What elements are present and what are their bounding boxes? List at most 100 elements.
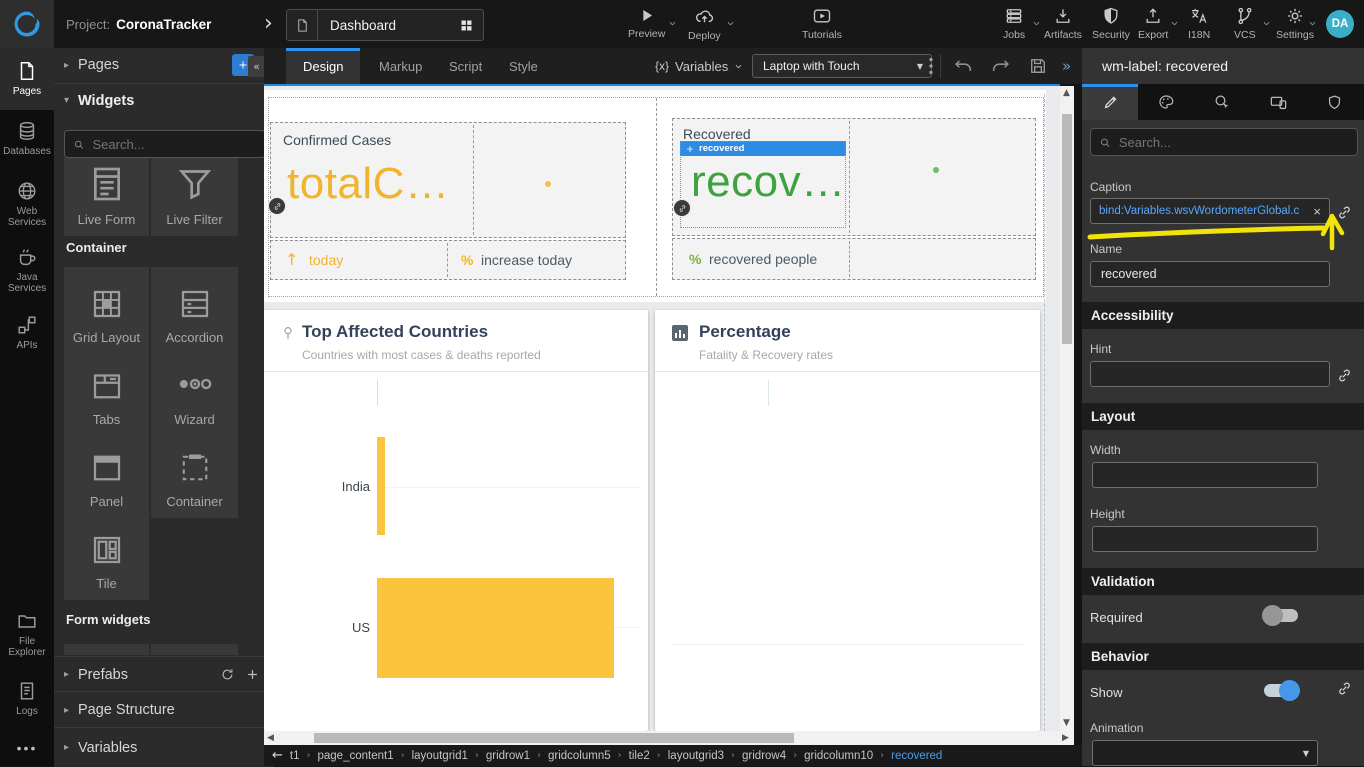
show-toggle[interactable] [1264,684,1298,697]
property-search-input[interactable] [1117,134,1349,151]
sidebar-item-web-services[interactable]: Web Services [0,180,54,244]
widget-tile-live-form[interactable]: Live Form [64,158,149,236]
preview-chevron-icon[interactable] [668,19,677,28]
width-field[interactable] [1092,462,1318,488]
hint-field[interactable] [1090,361,1330,387]
required-toggle[interactable] [1264,609,1298,622]
export-button[interactable]: Export [1138,6,1168,41]
scroll-up-icon[interactable]: ▲ [1063,88,1070,98]
breadcrumb-item[interactable]: gridcolumn5 [548,750,611,762]
deploy-button[interactable]: Deploy [688,6,721,42]
breadcrumb-item[interactable]: layoutgrid3 [668,750,724,762]
sidebar-item-file-explorer[interactable]: File Explorer [0,610,54,674]
variables-section-row[interactable]: ▸ Variables [54,727,274,767]
tab-script[interactable]: Script [432,48,499,84]
breadcrumb-item[interactable]: tile2 [629,750,650,762]
clear-caption-icon[interactable]: × [1307,204,1321,219]
tab-events[interactable] [1194,84,1250,120]
canvas-vertical-scrollbar[interactable]: ▲ ▼ [1060,86,1074,731]
recovered-tile[interactable]: Recovered recov… recovered [672,118,1036,236]
widget-tile-accordion[interactable]: Accordion [151,267,238,354]
jobs-button[interactable]: Jobs [1003,6,1025,41]
hint-input[interactable] [1099,366,1321,382]
height-field[interactable] [1092,526,1318,552]
breadcrumb-back-icon[interactable]: ← [272,748,283,763]
breadcrumb-item[interactable]: page_content1 [318,750,394,762]
breadcrumb-item[interactable]: gridcolumn10 [804,750,873,762]
more-options-icon[interactable]: ••• [0,740,54,760]
confirmed-cases-title[interactable]: Confirmed Cases [283,132,391,148]
widget-search-input[interactable] [90,136,257,153]
page-grid-icon[interactable] [449,10,483,40]
widgets-section-row[interactable]: ▾ Widgets [54,83,274,117]
widget-tile-grid-layout[interactable]: Grid Layout [64,267,149,354]
redo-icon[interactable] [990,55,1012,77]
vcs-button[interactable]: VCS [1234,6,1256,41]
property-search-box[interactable] [1090,128,1358,156]
breadcrumb-item[interactable]: t1 [290,750,300,762]
tutorials-button[interactable]: Tutorials [802,6,842,41]
sidebar-item-apis[interactable]: APIs [0,314,54,366]
security-button[interactable]: Security [1092,6,1130,41]
caption-bind-link-icon[interactable] [1336,204,1353,221]
scrollbar-thumb[interactable] [1062,114,1072,344]
sidebar-item-pages[interactable]: Pages [0,48,54,110]
variables-menu-button[interactable]: {x} Variables [655,48,743,84]
tab-styles[interactable] [1138,84,1194,120]
show-bind-link-icon[interactable] [1336,680,1353,697]
page-structure-section-row[interactable]: ▸ Page Structure [54,691,274,728]
jobs-chevron-icon[interactable] [1032,19,1041,28]
i18n-button[interactable]: I18N [1188,6,1210,41]
increase-today-label[interactable]: increase today [481,252,572,268]
pages-section-row[interactable]: ▸ Pages [54,48,274,82]
export-chevron-icon[interactable] [1170,19,1179,28]
recovered-footer[interactable]: % recovered people [672,238,1036,280]
tab-properties[interactable] [1082,84,1138,120]
animation-select[interactable]: ▼ [1092,740,1318,766]
widget-tile-live-filter[interactable]: Live Filter [151,158,238,236]
canvas-horizontal-scrollbar[interactable]: ◀ ▶ [264,731,1074,745]
undo-icon[interactable] [952,55,974,77]
top-countries-card[interactable]: Top Affected Countries Countries with mo… [264,310,648,731]
user-avatar[interactable]: DA [1326,10,1354,38]
prefabs-section-row[interactable]: ▸ Prefabs [54,656,274,692]
add-prefab-icon[interactable] [245,667,260,682]
hint-bind-link-icon[interactable] [1336,367,1353,384]
recovered-title[interactable]: Recovered [683,126,751,142]
confirmed-cases-value[interactable]: totalC… [287,159,449,209]
sidebar-item-databases[interactable]: Databases [0,120,54,176]
vcs-chevron-icon[interactable] [1262,19,1271,28]
width-input[interactable] [1101,467,1309,483]
deploy-chevron-icon[interactable] [726,19,735,28]
wavemaker-logo-icon[interactable] [0,0,54,48]
tab-design[interactable]: Design [286,48,360,84]
name-field[interactable] [1090,261,1330,287]
bar-us[interactable] [377,578,614,678]
scrollbar-thumb[interactable] [314,733,794,743]
widget-tile-tile[interactable]: Tile [64,513,149,600]
page-tab-dashboard[interactable]: Dashboard [286,9,484,41]
tab-markup[interactable]: Markup [362,48,439,84]
collapse-left-panel-button[interactable]: « [248,56,265,77]
recovered-people-label[interactable]: recovered people [709,251,817,267]
refresh-prefabs-icon[interactable] [220,667,235,682]
confirmed-cases-tile[interactable]: Confirmed Cases totalC… [270,122,626,238]
artifacts-button[interactable]: Artifacts [1044,6,1082,41]
today-label[interactable]: today [309,252,343,268]
scroll-left-icon[interactable]: ◀ [267,733,274,743]
tab-style[interactable]: Style [492,48,555,84]
bind-chain-badge[interactable] [269,198,285,214]
widget-search-box[interactable] [64,130,266,158]
breadcrumb-item-active[interactable]: recovered [891,750,942,762]
scroll-right-icon[interactable]: ▶ [1062,733,1069,743]
name-input[interactable] [1099,266,1321,282]
design-canvas[interactable]: Confirmed Cases totalC… ↑ today % increa… [264,86,1060,731]
device-select[interactable]: Laptop with Touch ▼ [752,54,932,78]
breadcrumb-item[interactable]: gridrow1 [486,750,530,762]
settings-chevron-icon[interactable] [1308,19,1317,28]
tab-security[interactable] [1306,84,1362,120]
caption-field[interactable]: bind:Variables.wsvWordometerGlobal.c × [1090,198,1330,224]
widget-tile-wizard[interactable]: Wizard [151,349,238,436]
confirmed-cases-footer[interactable]: ↑ today % increase today [270,240,626,280]
widget-tile-tabs[interactable]: Tabs [64,349,149,436]
